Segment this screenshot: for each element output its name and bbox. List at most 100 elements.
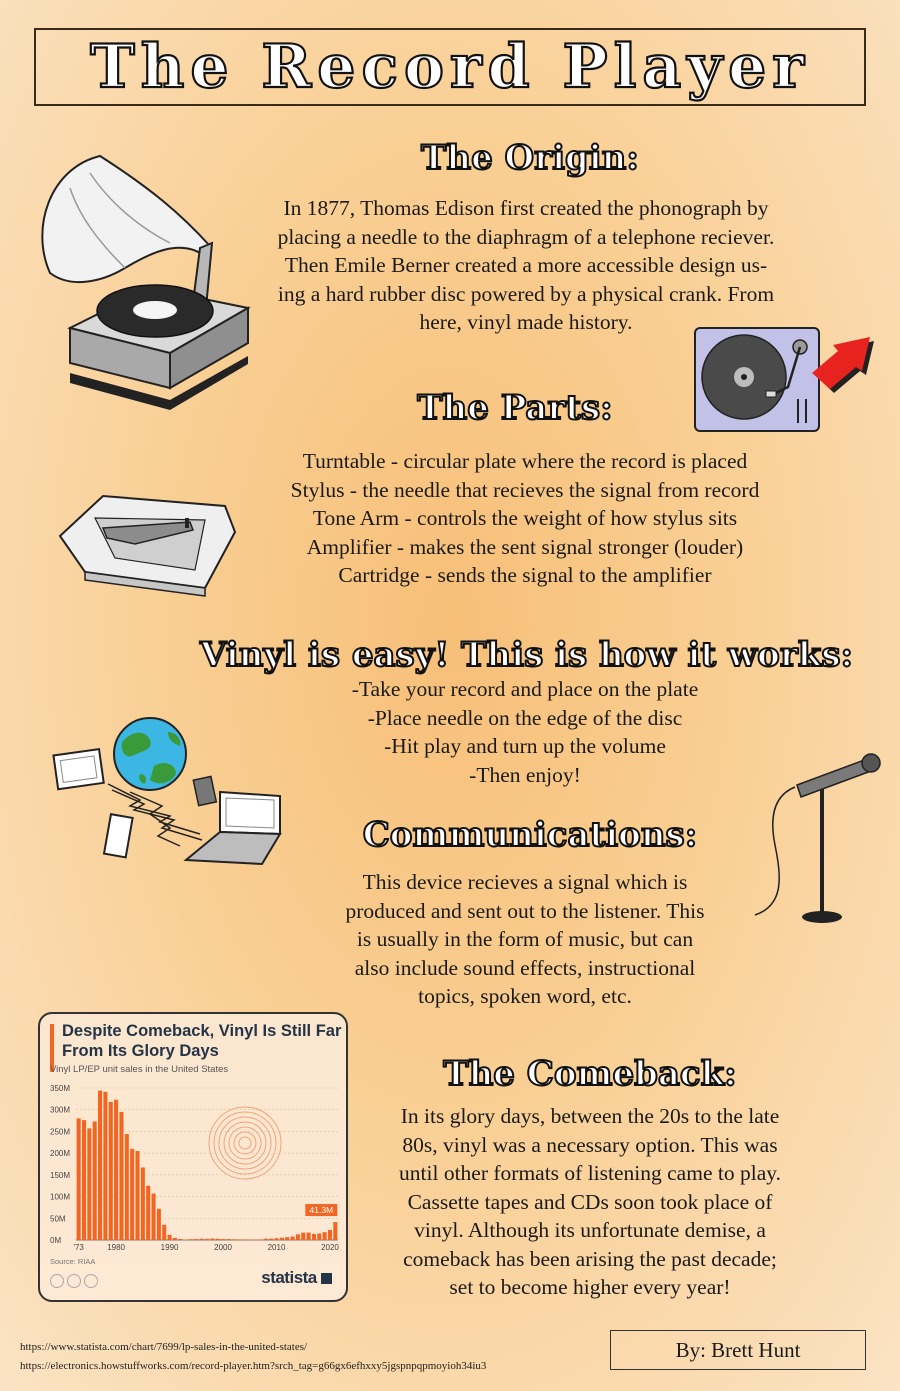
howto-line: -Take your record and place on the plate bbox=[351, 677, 699, 701]
parts-line: Stylus - the needle that recieves the si… bbox=[290, 477, 760, 502]
bar-1981 bbox=[119, 1111, 124, 1240]
bar-2019 bbox=[322, 1232, 327, 1240]
y-tick-label: 250M bbox=[50, 1127, 70, 1136]
bar-2001 bbox=[226, 1239, 231, 1240]
chart-subtitle: Vinyl LP/EP unit sales in the United Sta… bbox=[50, 1064, 229, 1075]
bar-1992 bbox=[178, 1239, 183, 1240]
parts-line: Cartridge - sends the signal to the ampl… bbox=[338, 563, 712, 587]
communications-body: This device recieves a signal which is p… bbox=[295, 868, 755, 1011]
bar-1989 bbox=[162, 1224, 167, 1240]
reference-link-statista[interactable]: https://www.statista.com/chart/7699/lp-s… bbox=[20, 1341, 307, 1353]
statista-logo: statista bbox=[261, 1268, 332, 1288]
x-tick-label: '73 bbox=[73, 1243, 84, 1252]
license-icons bbox=[50, 1274, 98, 1288]
comeback-heading: The Comeback: bbox=[442, 1053, 737, 1095]
communications-heading: Communications: bbox=[362, 814, 699, 856]
bar-1996 bbox=[199, 1238, 204, 1240]
title-box: The Record Player bbox=[34, 28, 866, 106]
cartridge-icon bbox=[58, 494, 237, 597]
callout-label: 41.3M bbox=[310, 1205, 334, 1215]
comeback-line: Cassette tapes and CDs soon took place o… bbox=[407, 1189, 773, 1214]
bar-1984 bbox=[135, 1150, 140, 1240]
bar-1976 bbox=[92, 1121, 97, 1240]
parts-line: Amplifier - makes the sent signal strong… bbox=[306, 534, 744, 559]
microphone-icon bbox=[754, 753, 881, 923]
bar-1980 bbox=[114, 1099, 119, 1240]
howto-body: -Take your record and place on the plate… bbox=[240, 675, 810, 789]
bar-2009 bbox=[269, 1238, 274, 1240]
bar-2010 bbox=[274, 1238, 279, 1240]
origin-line: Then Emile Berner created a more accessi… bbox=[284, 253, 768, 277]
communications-line: topics, spoken word, etc. bbox=[418, 984, 632, 1008]
bar-1975 bbox=[87, 1128, 92, 1240]
bar-1999 bbox=[215, 1238, 220, 1240]
bar-2018 bbox=[317, 1233, 322, 1240]
bar-2005 bbox=[247, 1239, 252, 1241]
bar-2011 bbox=[279, 1237, 284, 1240]
cc-icon bbox=[50, 1274, 64, 1288]
comeback-line: set to become higher every year! bbox=[449, 1275, 731, 1299]
bar-1982 bbox=[124, 1134, 129, 1240]
y-tick-label: 150M bbox=[50, 1171, 70, 1180]
vinyl-sales-chart-card: Despite Comeback, Vinyl Is Still Far Fro… bbox=[38, 1012, 348, 1302]
parts-body: Turntable - circular plate where the rec… bbox=[225, 447, 825, 590]
chart-source: Source: RIAA bbox=[50, 1257, 96, 1266]
bar-1979 bbox=[108, 1101, 113, 1240]
reference-link-howstuffworks[interactable]: https://electronics.howstuffworks.com/re… bbox=[20, 1360, 486, 1372]
howto-line: -Place needle on the edge of the disc bbox=[367, 705, 683, 730]
x-tick-label: 2000 bbox=[214, 1243, 232, 1252]
bar-2000 bbox=[221, 1239, 226, 1240]
eq-icon bbox=[84, 1274, 98, 1288]
gramophone-icon bbox=[41, 154, 251, 410]
bar-2006 bbox=[253, 1239, 258, 1241]
comeback-line: 80s, vinyl was a necessary option. This … bbox=[402, 1132, 778, 1157]
bar-1998 bbox=[210, 1238, 215, 1240]
bar-1987 bbox=[151, 1193, 156, 1240]
communications-line: produced and sent out to the listener. T… bbox=[345, 898, 705, 923]
bar-2004 bbox=[242, 1239, 247, 1240]
bar-1994 bbox=[188, 1239, 193, 1240]
turntable-icon bbox=[694, 327, 874, 432]
parts-line: Tone Arm - controls the weight of how st… bbox=[312, 506, 738, 530]
bar-2020 bbox=[327, 1230, 333, 1240]
bar-1993 bbox=[183, 1239, 188, 1241]
howto-line: -Hit play and turn up the volume bbox=[384, 734, 666, 758]
origin-line: placing a needle to the diaphragm of a t… bbox=[277, 224, 775, 249]
origin-body: In 1877, Thomas Edison first created the… bbox=[236, 194, 816, 337]
bar-2013 bbox=[290, 1236, 295, 1240]
y-tick-label: 200M bbox=[50, 1149, 70, 1158]
bar-1991 bbox=[172, 1237, 177, 1240]
communications-line: also include sound effects, instructiona… bbox=[354, 955, 696, 980]
bar-1986 bbox=[146, 1185, 151, 1240]
origin-line: In 1877, Thomas Edison first created the… bbox=[283, 196, 769, 220]
x-tick-label: 2020 bbox=[321, 1243, 339, 1252]
record-swirl-icon bbox=[208, 1106, 282, 1180]
author-box: By: Brett Hunt bbox=[610, 1330, 866, 1370]
y-tick-label: 300M bbox=[50, 1106, 70, 1115]
parts-line: Turntable - circular plate where the rec… bbox=[302, 449, 748, 473]
y-tick-label: 50M bbox=[50, 1214, 66, 1223]
bar-chart: 0M 50M 100M 150M 200M 250M 300M 350M '73 1980 1990… bbox=[50, 1084, 339, 1252]
origin-line: ing a hard rubber disc powered by a phys… bbox=[277, 281, 775, 306]
bar-1990 bbox=[167, 1234, 172, 1240]
author-name: By: Brett Hunt bbox=[675, 1337, 801, 1362]
x-tick-label: 2010 bbox=[268, 1243, 286, 1252]
comeback-line: vinyl. Although its unfortunate demise, … bbox=[414, 1218, 766, 1242]
by-icon bbox=[67, 1274, 81, 1288]
network-icon bbox=[52, 717, 282, 866]
comeback-line: In its glory days, between the 20s to th… bbox=[400, 1104, 780, 1128]
parts-heading: The Parts: bbox=[416, 387, 613, 429]
howto-heading: Vinyl is easy! This is how it works: bbox=[199, 634, 854, 676]
origin-heading: The Origin: bbox=[420, 137, 640, 179]
comeback-line: until other formats of listening came to… bbox=[399, 1161, 781, 1185]
y-tick-label: 0M bbox=[50, 1236, 61, 1245]
bar-1995 bbox=[194, 1239, 199, 1240]
bar-1997 bbox=[204, 1238, 210, 1240]
bar-1973 bbox=[76, 1118, 81, 1240]
bar-2012 bbox=[285, 1237, 290, 1240]
bar-2021 bbox=[333, 1222, 338, 1240]
page-title: The Record Player bbox=[89, 31, 810, 103]
bar-2008 bbox=[263, 1238, 268, 1240]
bar-2003 bbox=[237, 1239, 242, 1240]
bar-1978 bbox=[103, 1091, 108, 1240]
